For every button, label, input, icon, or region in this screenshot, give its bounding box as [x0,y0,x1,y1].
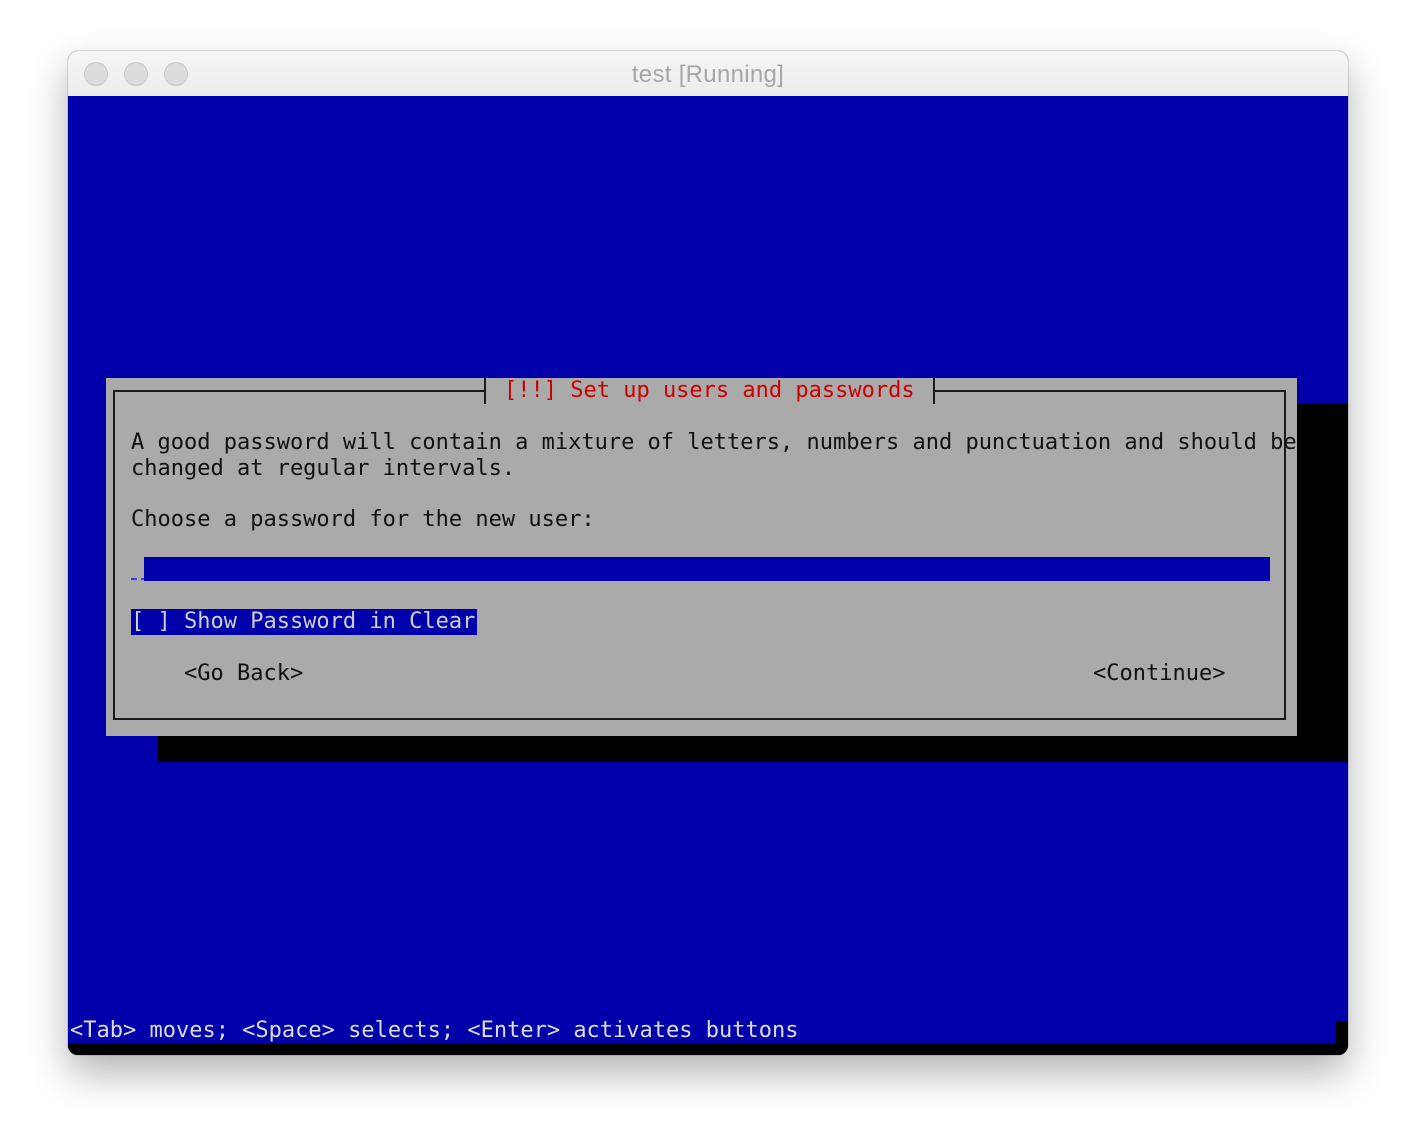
vm-window: test [Running] [!!] Set up users and pas… [68,51,1348,1055]
keyboard-hint: <Tab> moves; <Space> selects; <Enter> ac… [70,1018,799,1043]
window-titlebar: test [Running] [68,51,1348,97]
continue-button[interactable]: <Continue> [1093,661,1225,687]
dialog-description-line1: A good password will contain a mixture o… [131,430,1297,455]
dialog-title: [!!] Set up users and passwords [484,378,935,404]
password-dialog: [!!] Set up users and passwords A good p… [106,378,1348,762]
window-title: test [Running] [631,61,785,88]
go-back-button[interactable]: <Go Back> [184,661,303,687]
dialog-description-line2: changed at regular intervals. [131,456,516,481]
password-prompt: Choose a password for the new user: [131,507,595,532]
installer-screen: [!!] Set up users and passwords A good p… [68,96,1348,1055]
password-input[interactable] [144,557,1270,581]
show-password-checkbox[interactable]: [ ] Show Password in Clear [131,609,478,635]
footer-shadow [68,1044,1348,1055]
